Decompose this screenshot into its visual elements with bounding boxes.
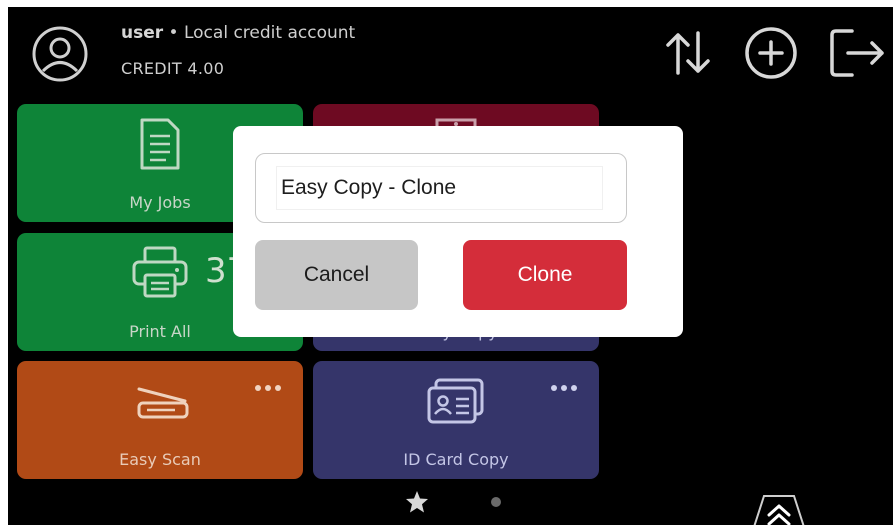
clone-name-input[interactable] <box>276 166 603 210</box>
star-icon[interactable] <box>405 490 429 514</box>
cancel-button[interactable]: Cancel <box>255 240 418 310</box>
double-chevron-up-icon[interactable] <box>752 493 806 525</box>
more-options-icon[interactable] <box>549 383 579 393</box>
tile-label: Easy Scan <box>119 450 201 469</box>
name-field[interactable] <box>255 153 627 223</box>
separator: • <box>168 23 179 43</box>
tile-label: ID Card Copy <box>403 450 509 469</box>
user-name: user <box>121 23 164 43</box>
swap-icon[interactable] <box>660 25 716 81</box>
tile-id-card-copy[interactable]: ID Card Copy <box>313 361 599 479</box>
more-options-icon[interactable] <box>253 383 283 393</box>
logout-icon[interactable] <box>826 25 886 81</box>
clone-dialog: Cancel Clone <box>233 126 683 337</box>
clone-button[interactable]: Clone <box>463 240 627 310</box>
printer-icon <box>132 246 188 298</box>
tile-easy-scan[interactable]: Easy Scan <box>17 361 303 479</box>
add-circle-icon[interactable] <box>743 25 799 81</box>
account-info: user • Local credit account <box>121 23 355 43</box>
page-dot[interactable] <box>491 497 501 507</box>
id-card-icon <box>427 378 484 424</box>
user-avatar-icon[interactable] <box>32 26 88 82</box>
account-type: Local credit account <box>183 23 356 43</box>
credit-balance: CREDIT 4.00 <box>121 59 225 78</box>
scanner-icon <box>137 387 189 419</box>
document-icon <box>140 118 180 170</box>
